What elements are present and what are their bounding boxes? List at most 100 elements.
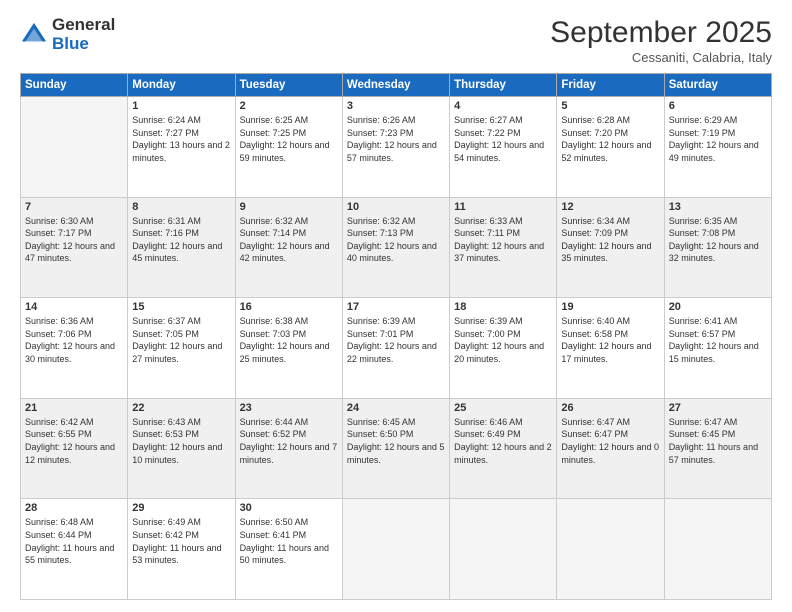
calendar-week-row: 7Sunrise: 6:30 AMSunset: 7:17 PMDaylight… <box>21 197 772 298</box>
day-info: Sunrise: 6:44 AMSunset: 6:52 PMDaylight:… <box>240 416 338 466</box>
day-number: 12 <box>561 201 659 213</box>
location: Cessaniti, Calabria, Italy <box>550 50 772 65</box>
calendar-day-cell: 1Sunrise: 6:24 AMSunset: 7:27 PMDaylight… <box>128 97 235 198</box>
day-number: 26 <box>561 402 659 414</box>
calendar-header-monday: Monday <box>128 74 235 97</box>
day-number: 27 <box>669 402 767 414</box>
day-number: 16 <box>240 301 338 313</box>
calendar-day-cell: 26 Sunrise: 6:47 AMSunset: 6:47 PMDayligh… <box>557 398 664 499</box>
calendar-week-row: 21 Sunrise: 6:42 AMSunset: 6:55 PMDayligh… <box>21 398 772 499</box>
day-number: 29 <box>132 502 230 514</box>
day-number: 21 <box>25 402 123 414</box>
calendar-header-row: SundayMondayTuesdayWednesdayThursdayFrid… <box>21 74 772 97</box>
day-info: Sunrise: 6:33 AMSunset: 7:11 PMDaylight:… <box>454 215 552 265</box>
calendar-header-thursday: Thursday <box>450 74 557 97</box>
logo: General Blue <box>20 16 115 53</box>
day-info: Sunrise: 6:47 AMSunset: 6:47 PMDaylight:… <box>561 416 659 466</box>
logo-text: General Blue <box>52 16 115 53</box>
day-info: Sunrise: 6:49 AMSunset: 6:42 PMDaylight:… <box>132 516 230 566</box>
day-number: 30 <box>240 502 338 514</box>
day-number: 17 <box>347 301 445 313</box>
calendar-day-cell: 27 Sunrise: 6:47 AMSunset: 6:45 PMDayligh… <box>664 398 771 499</box>
calendar-day-cell: 5 Sunrise: 6:28 AMSunset: 7:20 PMDaylight… <box>557 97 664 198</box>
calendar-week-row: 1Sunrise: 6:24 AMSunset: 7:27 PMDaylight… <box>21 97 772 198</box>
calendar-day-cell: 24Sunrise: 6:45 AMSunset: 6:50 PMDayligh… <box>342 398 449 499</box>
day-info: Sunrise: 6:39 AMSunset: 7:00 PMDaylight:… <box>454 315 552 365</box>
day-number: 20 <box>669 301 767 313</box>
calendar-day-cell: 15 Sunrise: 6:37 AMSunset: 7:05 PMDayligh… <box>128 298 235 399</box>
day-info: Sunrise: 6:48 AMSunset: 6:44 PMDaylight:… <box>25 516 123 566</box>
calendar-header-sunday: Sunday <box>21 74 128 97</box>
day-number: 5 <box>561 100 659 112</box>
calendar-day-cell: 25Sunrise: 6:46 AMSunset: 6:49 PMDayligh… <box>450 398 557 499</box>
day-info: Sunrise: 6:43 AMSunset: 6:53 PMDaylight:… <box>132 416 230 466</box>
calendar-day-cell: 30 Sunrise: 6:50 AMSunset: 6:41 PMDayligh… <box>235 499 342 600</box>
calendar-day-cell <box>21 97 128 198</box>
day-info: Sunrise: 6:32 AMSunset: 7:14 PMDaylight:… <box>240 215 338 265</box>
day-info: Sunrise: 6:32 AMSunset: 7:13 PMDaylight:… <box>347 215 445 265</box>
calendar-day-cell: 9 Sunrise: 6:32 AMSunset: 7:14 PMDaylight… <box>235 197 342 298</box>
day-info: Sunrise: 6:31 AMSunset: 7:16 PMDaylight:… <box>132 215 230 265</box>
calendar-day-cell: 3 Sunrise: 6:26 AMSunset: 7:23 PMDaylight… <box>342 97 449 198</box>
day-number: 18 <box>454 301 552 313</box>
calendar-week-row: 28Sunrise: 6:48 AMSunset: 6:44 PMDayligh… <box>21 499 772 600</box>
calendar-day-cell: 2 Sunrise: 6:25 AMSunset: 7:25 PMDaylight… <box>235 97 342 198</box>
calendar-day-cell: 28Sunrise: 6:48 AMSunset: 6:44 PMDayligh… <box>21 499 128 600</box>
logo-icon <box>20 21 48 49</box>
day-info: Sunrise: 6:24 AMSunset: 7:27 PMDaylight:… <box>132 114 230 164</box>
day-info: Sunrise: 6:39 AMSunset: 7:01 PMDaylight:… <box>347 315 445 365</box>
calendar-day-cell: 7Sunrise: 6:30 AMSunset: 7:17 PMDaylight… <box>21 197 128 298</box>
day-info: Sunrise: 6:45 AMSunset: 6:50 PMDaylight:… <box>347 416 445 466</box>
day-number: 15 <box>132 301 230 313</box>
day-info: Sunrise: 6:38 AMSunset: 7:03 PMDaylight:… <box>240 315 338 365</box>
day-number: 9 <box>240 201 338 213</box>
day-info: Sunrise: 6:26 AMSunset: 7:23 PMDaylight:… <box>347 114 445 164</box>
day-info: Sunrise: 6:25 AMSunset: 7:25 PMDaylight:… <box>240 114 338 164</box>
day-number: 6 <box>669 100 767 112</box>
day-info: Sunrise: 6:40 AMSunset: 6:58 PMDaylight:… <box>561 315 659 365</box>
day-info: Sunrise: 6:36 AMSunset: 7:06 PMDaylight:… <box>25 315 123 365</box>
calendar-day-cell: 10 Sunrise: 6:32 AMSunset: 7:13 PMDayligh… <box>342 197 449 298</box>
day-info: Sunrise: 6:37 AMSunset: 7:05 PMDaylight:… <box>132 315 230 365</box>
calendar-day-cell <box>450 499 557 600</box>
day-number: 2 <box>240 100 338 112</box>
day-number: 19 <box>561 301 659 313</box>
calendar-day-cell: 16 Sunrise: 6:38 AMSunset: 7:03 PMDayligh… <box>235 298 342 399</box>
day-info: Sunrise: 6:29 AMSunset: 7:19 PMDaylight:… <box>669 114 767 164</box>
day-number: 23 <box>240 402 338 414</box>
calendar-day-cell: 14 Sunrise: 6:36 AMSunset: 7:06 PMDayligh… <box>21 298 128 399</box>
month-title: September 2025 <box>550 16 772 50</box>
day-info: Sunrise: 6:42 AMSunset: 6:55 PMDaylight:… <box>25 416 123 466</box>
calendar: SundayMondayTuesdayWednesdayThursdayFrid… <box>20 73 772 600</box>
day-info: Sunrise: 6:27 AMSunset: 7:22 PMDaylight:… <box>454 114 552 164</box>
day-number: 14 <box>25 301 123 313</box>
calendar-day-cell: 6 Sunrise: 6:29 AMSunset: 7:19 PMDaylight… <box>664 97 771 198</box>
day-number: 7 <box>25 201 123 213</box>
calendar-day-cell: 12Sunrise: 6:34 AMSunset: 7:09 PMDayligh… <box>557 197 664 298</box>
calendar-week-row: 14 Sunrise: 6:36 AMSunset: 7:06 PMDayligh… <box>21 298 772 399</box>
day-number: 4 <box>454 100 552 112</box>
day-info: Sunrise: 6:47 AMSunset: 6:45 PMDaylight:… <box>669 416 767 466</box>
calendar-day-cell <box>342 499 449 600</box>
calendar-day-cell: 20Sunrise: 6:41 AMSunset: 6:57 PMDayligh… <box>664 298 771 399</box>
day-number: 10 <box>347 201 445 213</box>
calendar-day-cell: 19 Sunrise: 6:40 AMSunset: 6:58 PMDayligh… <box>557 298 664 399</box>
calendar-day-cell: 18 Sunrise: 6:39 AMSunset: 7:00 PMDayligh… <box>450 298 557 399</box>
calendar-day-cell: 4 Sunrise: 6:27 AMSunset: 7:22 PMDaylight… <box>450 97 557 198</box>
logo-general: General <box>52 16 115 35</box>
calendar-day-cell: 23 Sunrise: 6:44 AMSunset: 6:52 PMDayligh… <box>235 398 342 499</box>
day-number: 3 <box>347 100 445 112</box>
day-number: 25 <box>454 402 552 414</box>
calendar-day-cell: 17 Sunrise: 6:39 AMSunset: 7:01 PMDayligh… <box>342 298 449 399</box>
day-info: Sunrise: 6:28 AMSunset: 7:20 PMDaylight:… <box>561 114 659 164</box>
calendar-day-cell: 8Sunrise: 6:31 AMSunset: 7:16 PMDaylight… <box>128 197 235 298</box>
day-info: Sunrise: 6:50 AMSunset: 6:41 PMDaylight:… <box>240 516 338 566</box>
calendar-day-cell <box>557 499 664 600</box>
day-number: 11 <box>454 201 552 213</box>
day-number: 22 <box>132 402 230 414</box>
day-number: 13 <box>669 201 767 213</box>
calendar-header-wednesday: Wednesday <box>342 74 449 97</box>
calendar-day-cell <box>664 499 771 600</box>
header: General Blue September 2025 Cessaniti, C… <box>20 16 772 65</box>
calendar-day-cell: 13Sunrise: 6:35 AMSunset: 7:08 PMDayligh… <box>664 197 771 298</box>
